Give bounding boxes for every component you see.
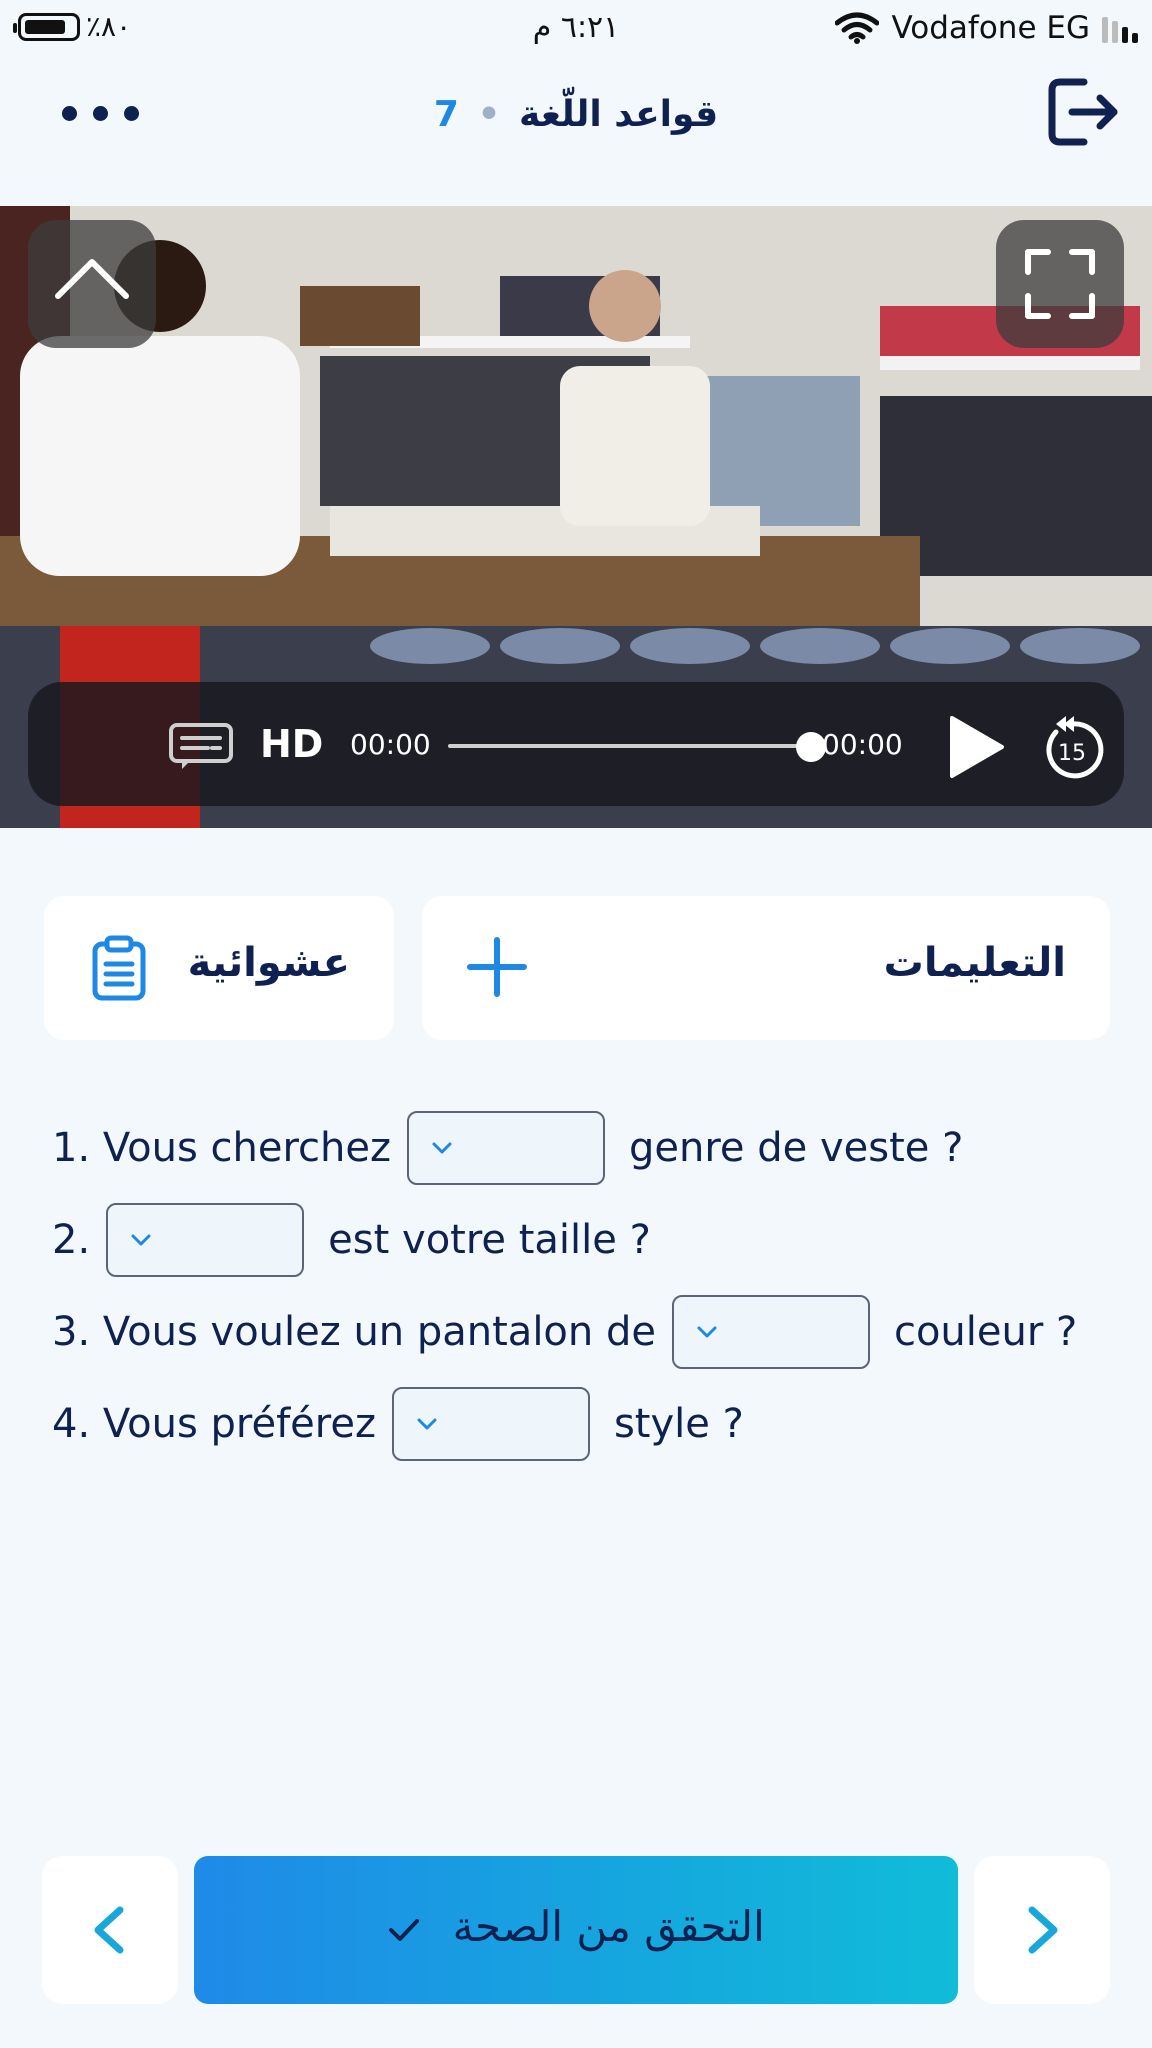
rewind-seconds: 15 bbox=[1058, 741, 1086, 766]
question-text-after: couleur ? bbox=[893, 1309, 1078, 1355]
carrier-name: Vodafone EG bbox=[891, 10, 1090, 46]
question-text-before: 3. Vous voulez un pantalon de bbox=[52, 1309, 656, 1355]
chevron-left-icon bbox=[94, 1906, 124, 1954]
chevron-up-icon bbox=[55, 259, 129, 299]
question-text-after: genre de veste ? bbox=[628, 1125, 964, 1171]
check-answers-button[interactable]: التحقق من الصحة bbox=[194, 1856, 958, 2004]
question-item: 4. Vous préférez style ? bbox=[52, 1386, 744, 1462]
play-icon[interactable] bbox=[946, 714, 1006, 780]
lesson-number: 7 bbox=[433, 94, 459, 135]
chevron-down-icon bbox=[697, 1326, 717, 1338]
plus-icon bbox=[467, 937, 527, 997]
question-text-before: 4. Vous préférez bbox=[52, 1401, 376, 1447]
instructions-button[interactable]: التعليمات bbox=[422, 896, 1110, 1040]
fullscreen-icon bbox=[1025, 249, 1095, 319]
network-indicator: Vodafone EG bbox=[835, 10, 1138, 46]
rewind-15-icon[interactable]: 15 bbox=[1040, 710, 1104, 780]
answer-dropdown[interactable] bbox=[406, 1111, 605, 1185]
page-title: قواعد اللّغة • 7 bbox=[0, 94, 1152, 135]
question-item: 1. Vous cherchez genre de veste ? bbox=[52, 1110, 963, 1186]
previous-button[interactable] bbox=[42, 1856, 178, 2004]
answer-dropdown[interactable] bbox=[671, 1295, 870, 1369]
shuffle-label: عشوائية bbox=[187, 940, 350, 986]
question-item: 2. est votre taille ? bbox=[52, 1202, 651, 1278]
video-controls: HD 00:00 00:00 15 bbox=[28, 682, 1124, 806]
chevron-down-icon bbox=[432, 1142, 452, 1154]
separator-dot: • bbox=[477, 94, 501, 135]
chevron-down-icon bbox=[417, 1418, 437, 1430]
status-bar: ٪٨٠ ٦:٢١ م Vodafone EG bbox=[0, 0, 1152, 60]
answer-dropdown[interactable] bbox=[106, 1203, 305, 1277]
checkmark-icon bbox=[389, 1918, 420, 1941]
quality-button[interactable]: HD bbox=[260, 722, 323, 766]
video-player[interactable]: HD 00:00 00:00 15 bbox=[0, 206, 1152, 828]
chevron-down-icon bbox=[131, 1234, 151, 1246]
question-text-after: style ? bbox=[613, 1401, 744, 1447]
elapsed-time: 00:00 bbox=[350, 728, 431, 761]
top-bar: قواعد اللّغة • 7 bbox=[0, 60, 1152, 176]
signal-icon bbox=[1102, 13, 1138, 43]
chevron-right-icon bbox=[1028, 1906, 1058, 1954]
collapse-button[interactable] bbox=[28, 220, 156, 348]
question-text-after: est votre taille ? bbox=[328, 1217, 651, 1263]
answer-dropdown[interactable] bbox=[391, 1387, 590, 1461]
check-button-label: التحقق من الصحة bbox=[452, 1902, 765, 1951]
next-button[interactable] bbox=[974, 1856, 1110, 2004]
check-button-content: التحقق من الصحة bbox=[194, 1902, 958, 1951]
page-title-text: قواعد اللّغة bbox=[519, 94, 719, 135]
question-text-before: 2. bbox=[52, 1217, 91, 1263]
clipboard-icon bbox=[92, 935, 146, 1001]
question-item: 3. Vous voulez un pantalon de couleur ? bbox=[52, 1294, 1077, 1370]
shuffle-button[interactable]: عشوائية bbox=[44, 896, 394, 1040]
question-text-before: 1. Vous cherchez bbox=[52, 1125, 391, 1171]
captions-icon[interactable] bbox=[168, 722, 234, 770]
fullscreen-button[interactable] bbox=[996, 220, 1124, 348]
seek-bar[interactable] bbox=[448, 744, 816, 748]
remaining-time: 00:00 bbox=[822, 728, 903, 761]
wifi-icon bbox=[835, 12, 880, 44]
instructions-label: التعليمات bbox=[883, 940, 1066, 986]
exit-icon[interactable] bbox=[1042, 72, 1122, 152]
